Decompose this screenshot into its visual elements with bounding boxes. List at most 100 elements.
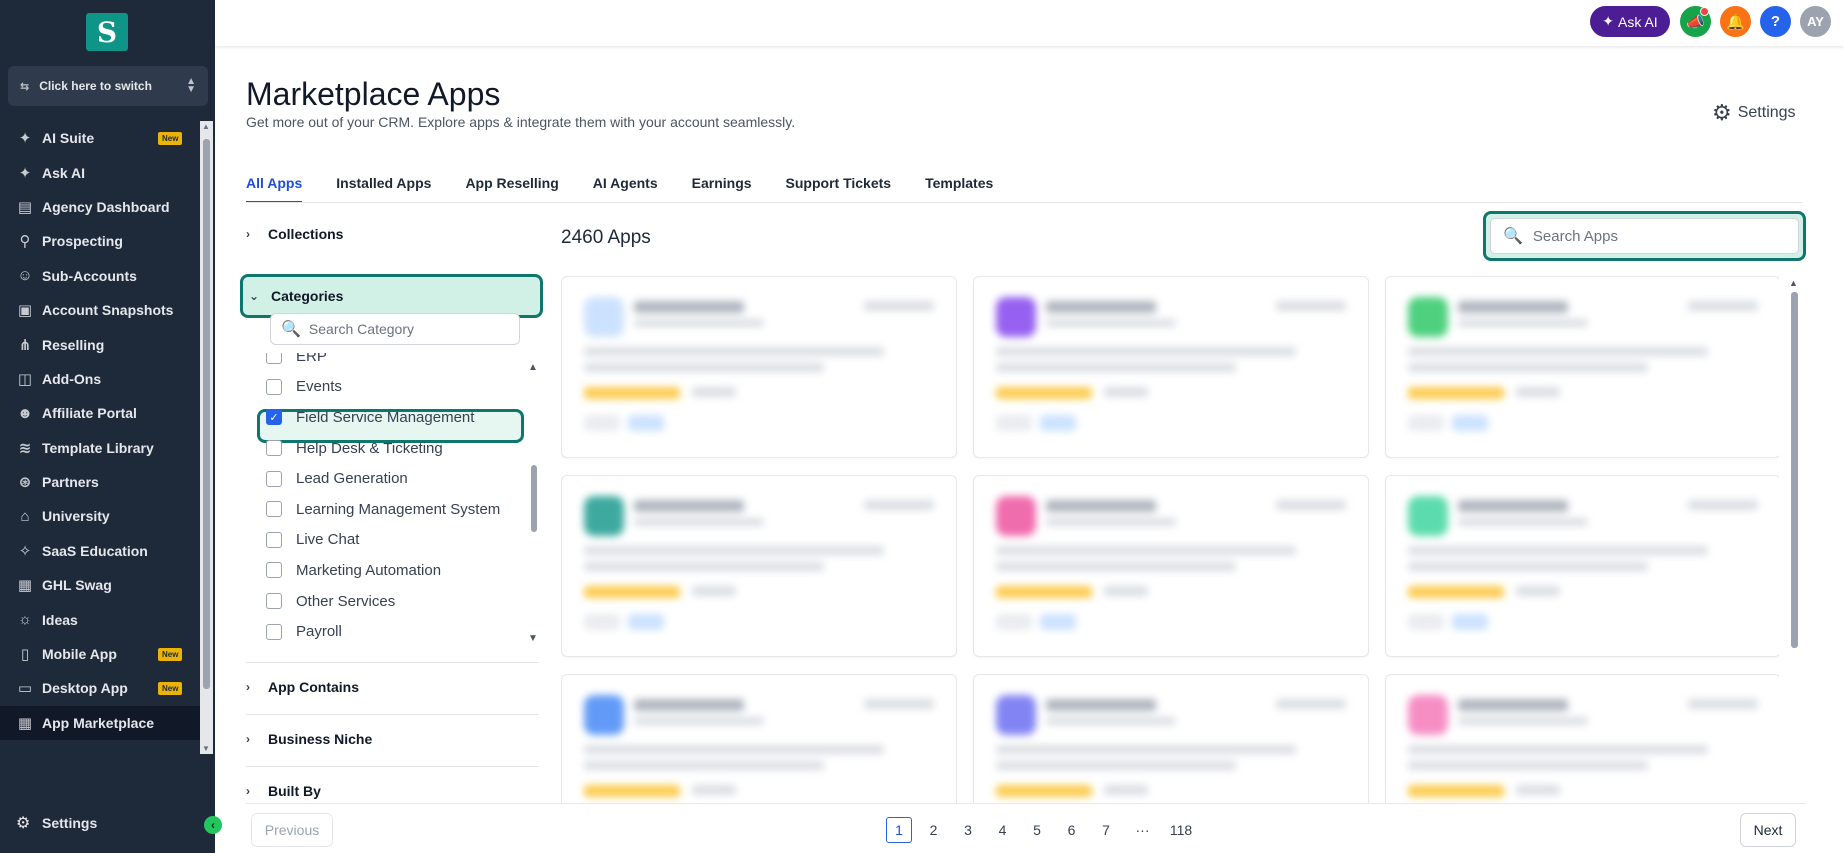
checkbox[interactable] [266,531,282,548]
sidebar-item-mobile-app[interactable]: ▯ Mobile App New [0,637,200,671]
sidebar-item-ideas[interactable]: ☼ Ideas [0,602,200,636]
category-item[interactable]: Lead Generation [266,463,526,494]
filter-collections[interactable]: › Collections [246,226,343,242]
app-grid-scrollbar[interactable]: ▲ [1789,278,1799,648]
checkbox[interactable] [266,440,282,457]
account-switcher[interactable]: ⇆ Click here to switch ▲ ▼ [8,66,208,106]
sidebar-item-ask-ai[interactable]: ✦ Ask AI [0,155,200,189]
tabs-divider [246,202,1803,203]
page-number[interactable]: 2 [921,817,947,843]
filter-built-by[interactable]: › Built By [246,783,321,799]
sidebar-item-ai-suite[interactable]: ✦ AI Suite New [0,121,200,155]
category-label: Payroll [296,623,342,641]
checkbox[interactable] [266,378,282,395]
help-button[interactable]: ? [1760,6,1791,37]
sidebar-item-app-marketplace[interactable]: ▦ App Marketplace [0,705,200,741]
app-card[interactable] [1385,475,1779,657]
tab-support-tickets[interactable]: Support Tickets [786,168,892,203]
sidebar-item-settings[interactable]: ⚙ Settings [0,806,215,840]
checkbox[interactable] [266,353,282,365]
page-number[interactable]: 3 [955,817,981,843]
filter-business-niche[interactable]: › Business Niche [246,731,372,747]
tab-templates[interactable]: Templates [925,168,993,203]
tab-app-reselling[interactable]: App Reselling [465,168,558,203]
sidebar-item-add-ons[interactable]: ◫ Add-Ons [0,362,200,396]
tab-installed-apps[interactable]: Installed Apps [336,168,431,203]
sidebar-item-partners[interactable]: ⊛ Partners [0,465,200,499]
filter-divider [246,714,539,715]
page-ellipsis: ··· [1135,822,1150,838]
rating-stars [996,586,1092,598]
sidebar-item-desktop-app[interactable]: ▭ Desktop App New [0,671,200,705]
settings-button[interactable]: ⚙ Settings [1712,100,1796,126]
scroll-up-arrow-icon[interactable]: ▲ [1789,278,1798,288]
tab-all-apps[interactable]: All Apps [246,168,303,203]
app-card[interactable] [561,475,957,657]
page-number[interactable]: 5 [1024,817,1050,843]
app-card[interactable] [561,674,957,804]
app-card[interactable] [973,276,1369,458]
category-scroll-down-icon[interactable]: ▼ [528,633,538,644]
tab-ai-agents[interactable]: AI Agents [593,168,658,203]
sidebar-scroll-thumb[interactable] [203,139,210,689]
page-number[interactable]: 1 [886,817,912,843]
category-item[interactable]: Learning Management System [266,494,526,525]
sidebar-scrollbar[interactable]: ▲ ▼ [200,121,213,754]
sidebar-item-ghl-swag[interactable]: ▦ GHL Swag [0,568,200,602]
category-item[interactable]: Events [266,372,526,403]
scroll-up-arrow-icon[interactable]: ▲ [202,122,210,131]
filter-categories[interactable]: ⌄ Categories [240,274,543,318]
category-scroll-thumb[interactable] [531,465,537,532]
search-apps[interactable]: 🔍 [1483,211,1806,261]
category-item[interactable]: Help Desk & Ticketing [266,433,526,464]
app-card[interactable] [973,475,1369,657]
ask-ai-button[interactable]: ✦ Ask AI [1590,6,1670,37]
category-search[interactable]: 🔍 [270,313,520,345]
next-button[interactable]: Next [1740,813,1796,847]
category-scroll-up-icon[interactable]: ▲ [528,362,538,373]
sidebar-item-affiliate-portal[interactable]: ☻ Affiliate Portal [0,396,200,430]
app-card[interactable] [1385,674,1779,804]
category-label: Lead Generation [296,470,408,488]
category-item[interactable]: Other Services [266,586,526,617]
tab-earnings[interactable]: Earnings [692,168,752,203]
sidebar-item-sub-accounts[interactable]: ☺ Sub-Accounts [0,259,200,293]
app-logo[interactable]: S [86,13,128,51]
page-number[interactable]: 7 [1093,817,1119,843]
sidebar-item-university[interactable]: ⌂ University [0,499,200,533]
search-apps-input[interactable] [1532,227,1783,245]
checkbox[interactable] [266,593,282,610]
filter-app-contains[interactable]: › App Contains [246,679,359,695]
scroll-down-arrow-icon[interactable]: ▼ [202,744,210,753]
checkbox-checked[interactable]: ✓ [266,409,282,426]
page-number[interactable]: 4 [990,817,1016,843]
sidebar-item-account-snapshots[interactable]: ▣ Account Snapshots [0,293,200,327]
category-item[interactable]: Marketing Automation [266,555,526,586]
checkbox[interactable] [266,562,282,579]
sidebar-item-agency-dashboard[interactable]: ▤ Agency Dashboard [0,190,200,224]
search-apps-box[interactable]: 🔍 [1490,218,1799,254]
category-item[interactable]: Live Chat [266,525,526,556]
category-item[interactable]: ERP [266,353,526,372]
checkbox[interactable] [266,501,282,518]
app-grid-scroll-thumb[interactable] [1791,292,1798,648]
app-card[interactable] [973,674,1369,804]
category-item[interactable]: Payroll [266,616,526,647]
app-card[interactable] [1385,276,1779,458]
page-number[interactable]: 118 [1166,817,1196,843]
sidebar-item-reselling[interactable]: ⋔ Reselling [0,327,200,361]
category-search-input[interactable] [308,321,509,337]
collapse-sidebar-button[interactable]: ‹ [204,816,222,834]
sidebar-item-prospecting[interactable]: ⚲ Prospecting [0,224,200,258]
page-number[interactable]: 6 [1059,817,1085,843]
sidebar-item-thirdparty[interactable]: ⛓ThirdParty [0,740,200,745]
previous-button[interactable]: Previous [251,813,333,847]
app-card[interactable] [561,276,957,458]
sidebar-item-saas-education[interactable]: ✧ SaaS Education [0,534,200,568]
checkbox[interactable] [266,470,282,487]
notifications-button[interactable]: 🔔 [1720,6,1751,37]
user-avatar[interactable]: AY [1800,6,1831,37]
checkbox[interactable] [266,623,282,640]
category-item[interactable]: ✓ Field Service Management [266,402,526,433]
sidebar-item-template-library[interactable]: ≋ Template Library [0,431,200,465]
